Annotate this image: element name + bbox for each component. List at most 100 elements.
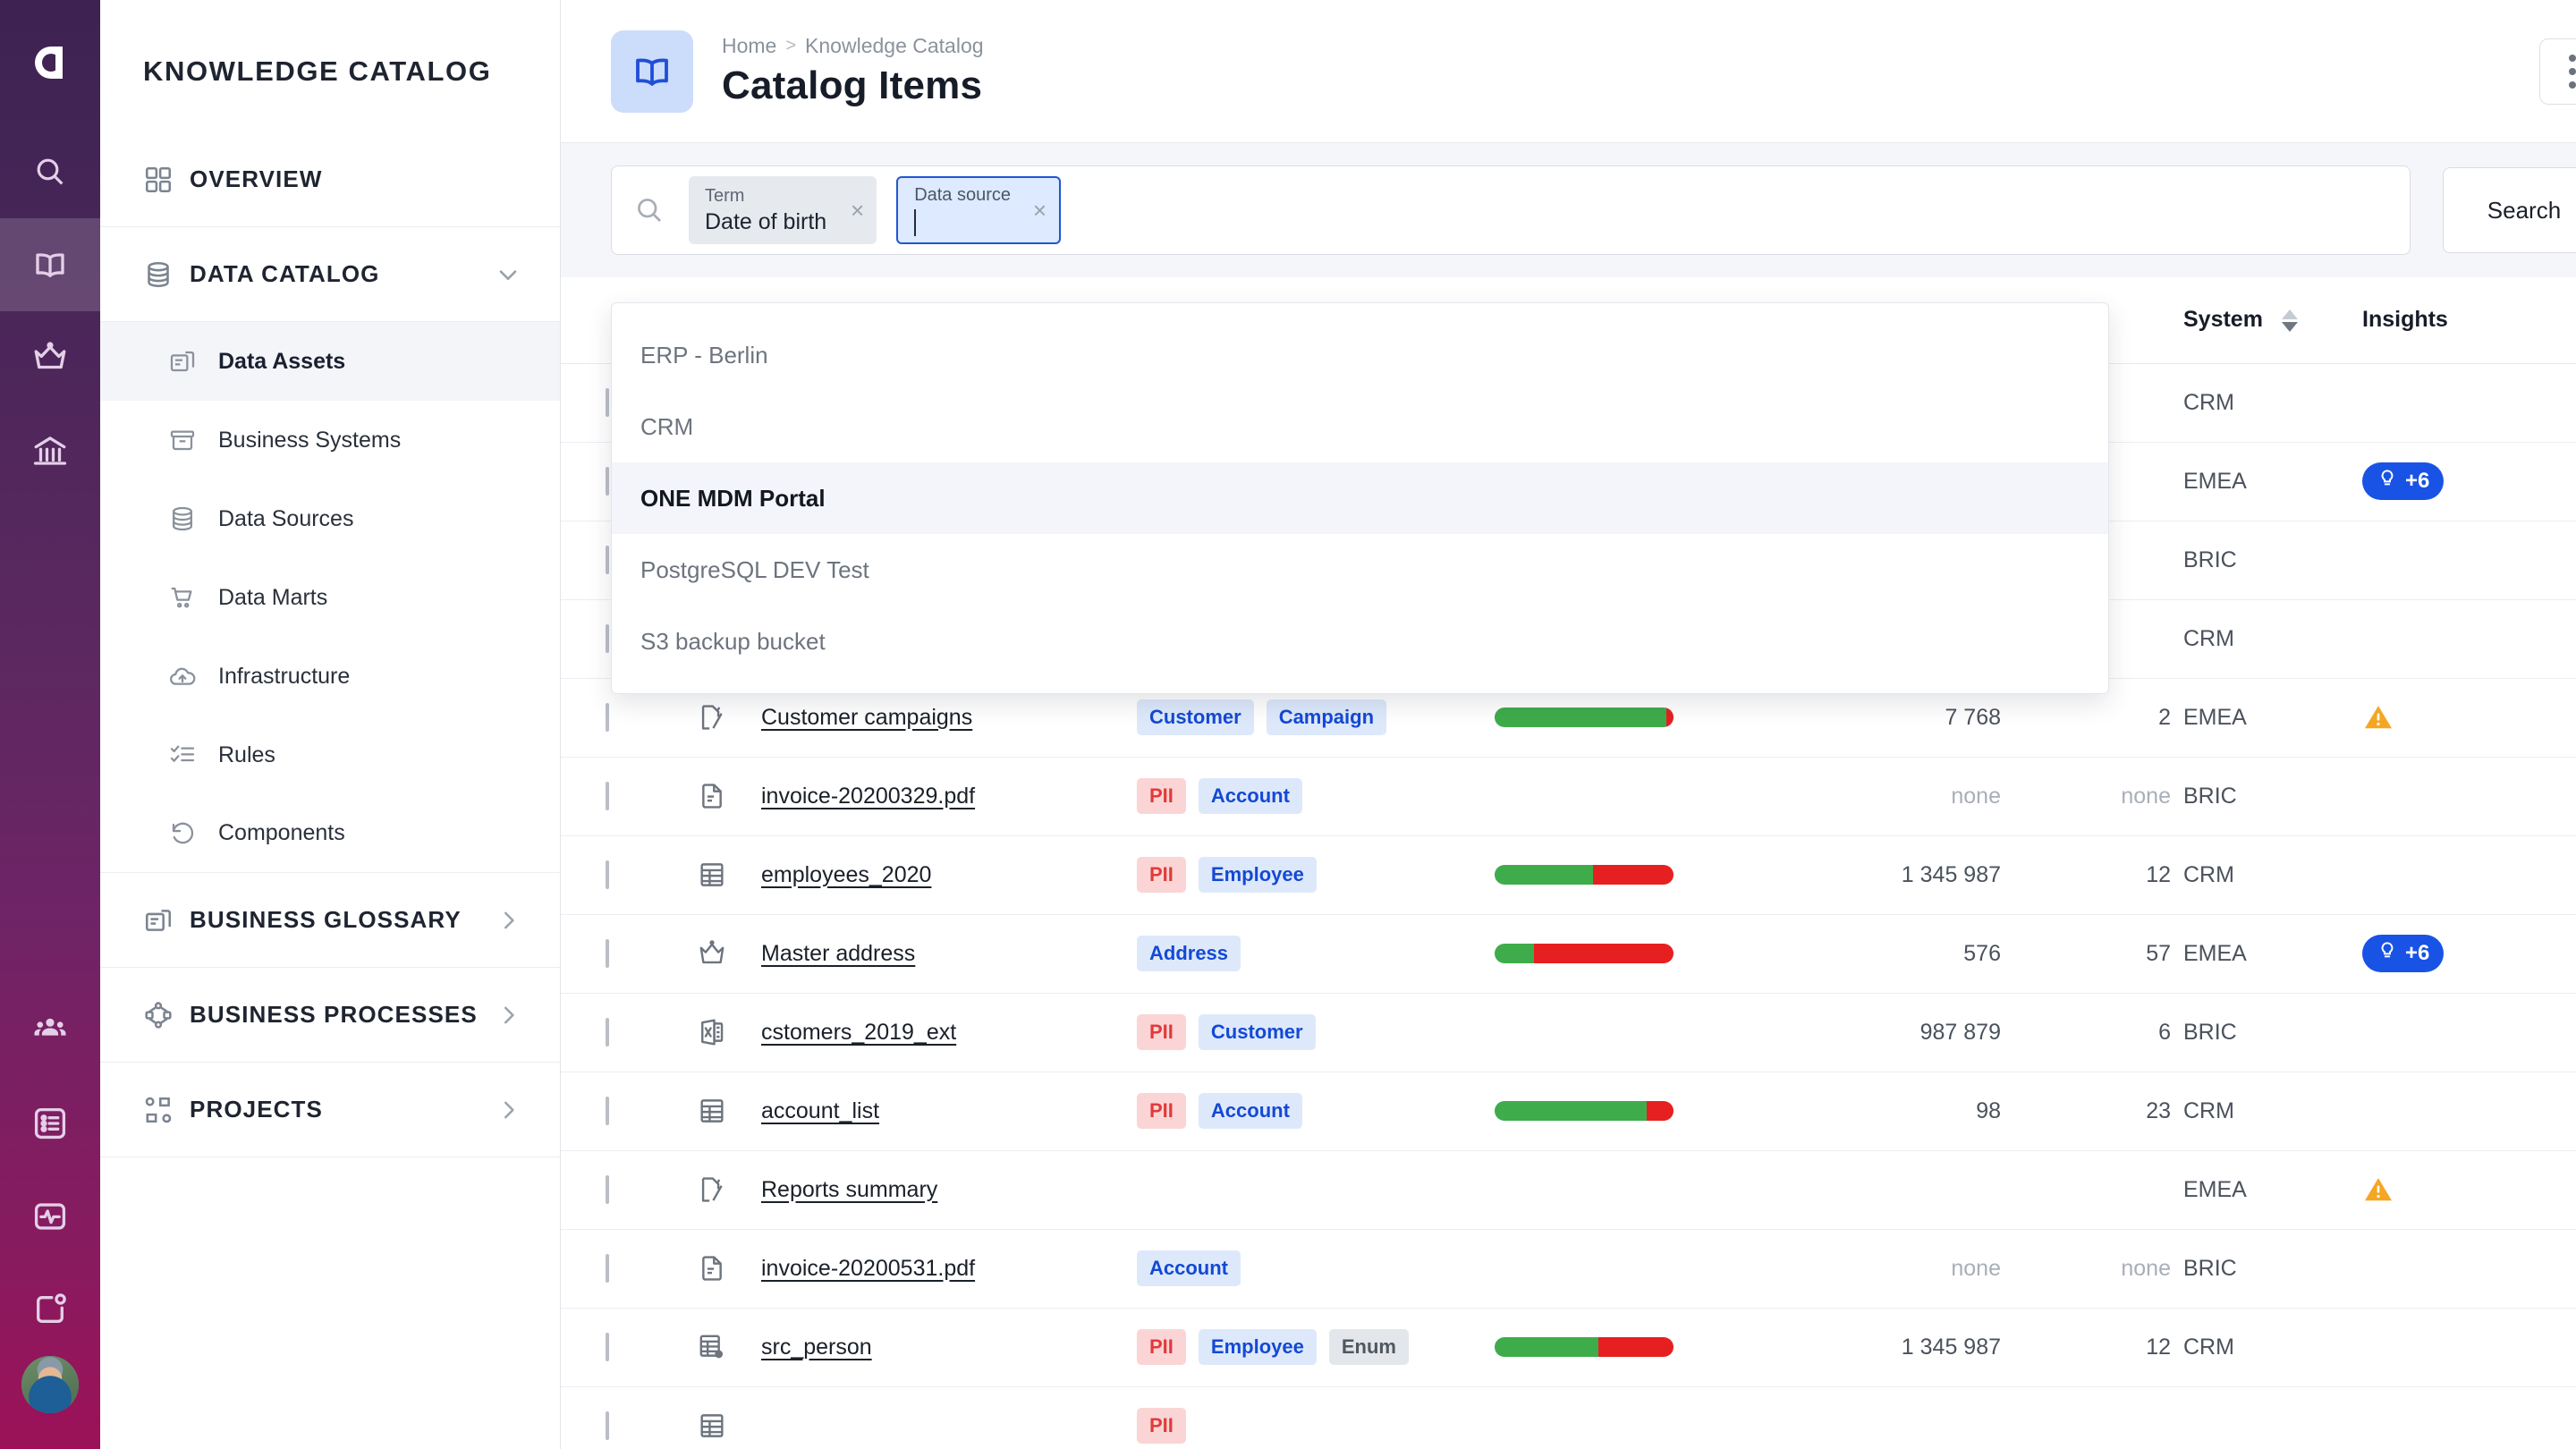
row-more-options-icon[interactable]	[2550, 700, 2576, 734]
row-more-options-icon[interactable]	[2550, 1409, 2576, 1443]
tag-pii[interactable]: PII	[1137, 857, 1186, 893]
rail-bank-icon[interactable]	[0, 404, 100, 497]
tag-account[interactable]: Account	[1199, 778, 1302, 814]
chevron-right-icon[interactable]	[496, 1002, 522, 1029]
row-more-options-icon[interactable]	[2550, 386, 2576, 419]
warning-icon[interactable]	[2362, 1174, 2394, 1206]
tag-enum[interactable]: Enum	[1329, 1329, 1409, 1365]
asset-name-link[interactable]: cstomers_2019_ext	[761, 1020, 956, 1045]
sidebar-item-data-marts[interactable]: Data Marts	[100, 558, 560, 637]
rail-people-icon[interactable]	[0, 984, 100, 1077]
asset-name-link[interactable]: Reports summary	[761, 1177, 937, 1202]
rail-list-icon[interactable]	[0, 1077, 100, 1170]
tag-account[interactable]: Account	[1199, 1093, 1302, 1129]
chevron-right-icon[interactable]	[496, 1097, 522, 1123]
row-more-options-icon[interactable]	[2550, 1173, 2576, 1207]
sidebar-item-business-glossary[interactable]: BUSINESS GLOSSARY	[100, 873, 560, 968]
row-more-options-icon[interactable]	[2550, 464, 2576, 498]
asset-name-link[interactable]: src_person	[761, 1335, 872, 1360]
row-more-options-icon[interactable]	[2550, 779, 2576, 813]
th-system[interactable]: System	[2183, 277, 2362, 363]
rail-monitoring-icon[interactable]	[0, 1170, 100, 1263]
row-checkbox[interactable]	[606, 703, 609, 732]
table-row[interactable]: cstomers_2019_ext PIICustomer 987 879 6 …	[561, 993, 2576, 1072]
table-row[interactable]: employees_2020 PIIEmployee 1 345 987 12 …	[561, 835, 2576, 914]
sidebar-item-data-catalog[interactable]: DATA CATALOG	[100, 227, 560, 322]
dropdown-option-crm[interactable]: CRM	[612, 391, 2108, 462]
sidebar-item-data-assets[interactable]: Data Assets	[100, 322, 560, 401]
row-checkbox[interactable]	[606, 1411, 609, 1440]
row-checkbox[interactable]	[606, 546, 609, 574]
close-icon[interactable]: ×	[851, 199, 864, 222]
data-source-dropdown[interactable]: ERP - Berlin CRM ONE MDM Portal PostgreS…	[611, 302, 2109, 694]
sort-icon[interactable]	[2282, 309, 2298, 332]
row-checkbox[interactable]	[606, 782, 609, 810]
tag-pii[interactable]: PII	[1137, 1329, 1186, 1365]
sidebar-item-data-sources[interactable]: Data Sources	[100, 479, 560, 558]
header-more-options-button[interactable]	[2539, 38, 2576, 105]
insights-badge[interactable]: +6	[2362, 935, 2444, 972]
row-checkbox[interactable]	[606, 939, 609, 968]
dropdown-option-s3-backup-bucket[interactable]: S3 backup bucket	[612, 606, 2108, 677]
tag-pii[interactable]: PII	[1137, 1014, 1186, 1050]
table-row[interactable]: Reports summary EMEA	[561, 1150, 2576, 1229]
table-row[interactable]: PII	[561, 1386, 2576, 1449]
sidebar-item-overview[interactable]: OVERVIEW	[100, 132, 560, 227]
tag-employee[interactable]: Employee	[1199, 1329, 1317, 1365]
tag-campaign[interactable]: Campaign	[1267, 699, 1386, 735]
asset-name-link[interactable]: invoice-20200531.pdf	[761, 1256, 975, 1281]
sidebar-item-business-systems[interactable]: Business Systems	[100, 401, 560, 479]
warning-icon[interactable]	[2362, 701, 2394, 733]
tag-customer[interactable]: Customer	[1199, 1014, 1316, 1050]
chevron-right-icon[interactable]	[496, 907, 522, 934]
rail-crown-icon[interactable]	[0, 311, 100, 404]
row-more-options-icon[interactable]	[2550, 622, 2576, 656]
row-checkbox[interactable]	[606, 1097, 609, 1125]
row-checkbox[interactable]	[606, 624, 609, 653]
chevron-down-icon[interactable]	[494, 260, 522, 289]
row-checkbox[interactable]	[606, 1018, 609, 1046]
sidebar-item-components[interactable]: Components	[100, 794, 560, 873]
rail-book-icon[interactable]	[0, 218, 100, 311]
row-more-options-icon[interactable]	[2550, 1251, 2576, 1285]
filter-chip-term[interactable]: Term Date of birth ×	[689, 176, 877, 244]
row-checkbox[interactable]	[606, 388, 609, 417]
tag-account[interactable]: Account	[1137, 1250, 1241, 1286]
dropdown-option-one-mdm-portal[interactable]: ONE MDM Portal	[612, 462, 2108, 534]
sidebar-item-rules[interactable]: Rules	[100, 716, 560, 794]
table-row[interactable]: invoice-20200531.pdf Account none none B…	[561, 1229, 2576, 1308]
row-more-options-icon[interactable]	[2550, 1015, 2576, 1049]
row-more-options-icon[interactable]	[2550, 936, 2576, 970]
row-more-options-icon[interactable]	[2550, 858, 2576, 892]
sidebar-item-projects[interactable]: PROJECTS	[100, 1063, 560, 1157]
asset-name-link[interactable]: employees_2020	[761, 862, 931, 887]
sidebar-item-infrastructure[interactable]: Infrastructure	[100, 637, 560, 716]
row-checkbox[interactable]	[606, 860, 609, 889]
rail-notification-icon[interactable]	[0, 1263, 100, 1356]
row-more-options-icon[interactable]	[2550, 1330, 2576, 1364]
dropdown-option-erp-berlin[interactable]: ERP - Berlin	[612, 319, 2108, 391]
filter-chip-data-source[interactable]: Data source ×	[896, 176, 1061, 244]
user-avatar[interactable]	[21, 1356, 79, 1413]
search-button[interactable]: Search	[2443, 167, 2576, 253]
table-row[interactable]: account_list PIIAccount 98 23 CRM	[561, 1072, 2576, 1150]
tag-pii[interactable]: PII	[1137, 1408, 1186, 1444]
row-checkbox[interactable]	[606, 467, 609, 496]
breadcrumb-knowledge-catalog[interactable]: Knowledge Catalog	[805, 34, 983, 58]
tag-customer[interactable]: Customer	[1137, 699, 1254, 735]
asset-name-link[interactable]: Customer campaigns	[761, 705, 972, 730]
row-checkbox[interactable]	[606, 1175, 609, 1204]
row-more-options-icon[interactable]	[2550, 543, 2576, 577]
insights-badge[interactable]: +6	[2362, 462, 2444, 500]
row-checkbox[interactable]	[606, 1254, 609, 1283]
tag-pii[interactable]: PII	[1137, 778, 1186, 814]
table-row[interactable]: invoice-20200329.pdf PIIAccount none non…	[561, 757, 2576, 835]
search-box[interactable]: Term Date of birth × Data source ×	[611, 165, 2411, 255]
tag-employee[interactable]: Employee	[1199, 857, 1317, 893]
sidebar-item-business-processes[interactable]: BUSINESS PROCESSES	[100, 968, 560, 1063]
row-more-options-icon[interactable]	[2550, 1094, 2576, 1128]
app-logo[interactable]	[0, 0, 100, 125]
tag-pii[interactable]: PII	[1137, 1093, 1186, 1129]
asset-name-link[interactable]: invoice-20200329.pdf	[761, 784, 975, 809]
asset-name-link[interactable]: account_list	[761, 1098, 879, 1123]
